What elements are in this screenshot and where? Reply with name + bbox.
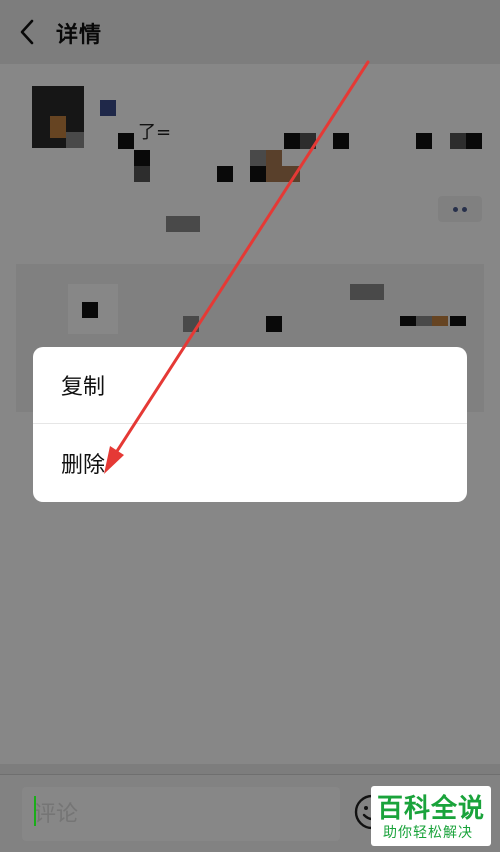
context-menu: 复制 删除	[33, 347, 467, 502]
comment-input[interactable]	[22, 787, 340, 841]
menu-item-delete[interactable]: 删除	[33, 424, 467, 501]
watermark-subtitle: 助你轻松解决	[383, 825, 473, 841]
watermark-logo: 百科全说 助你轻松解决	[371, 786, 491, 846]
text-cursor	[34, 796, 36, 826]
menu-item-copy[interactable]: 复制	[33, 347, 467, 424]
watermark-title: 百科全说	[377, 794, 486, 824]
